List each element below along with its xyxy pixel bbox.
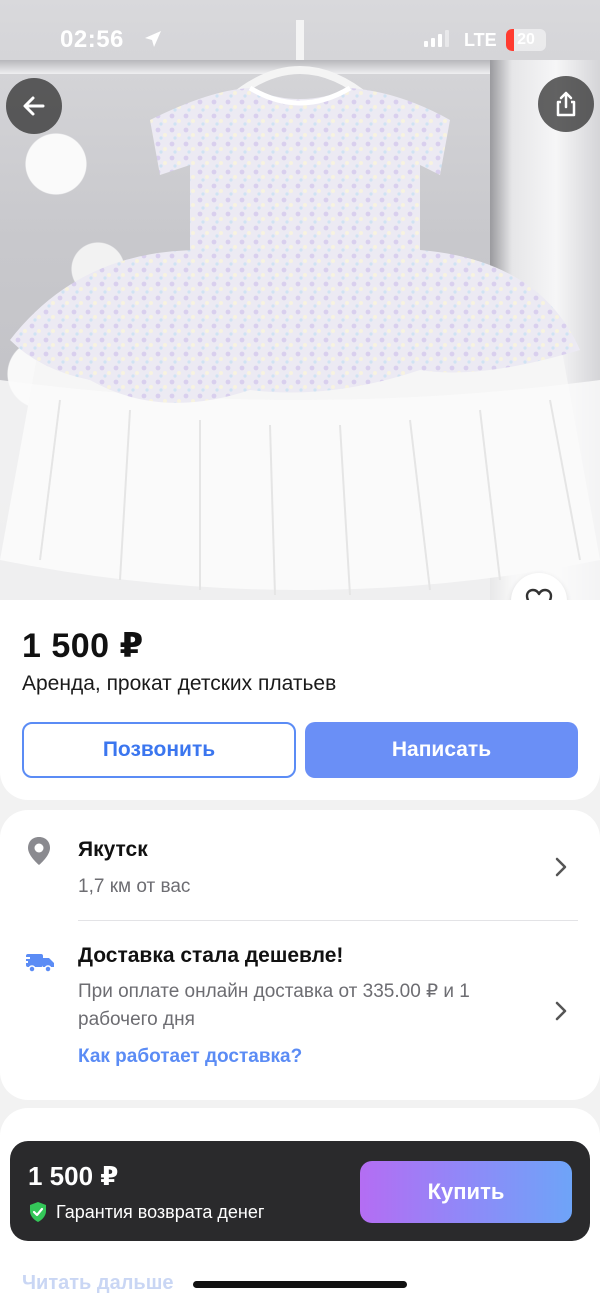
chevron-right-icon[interactable] bbox=[554, 1000, 568, 1027]
share-button[interactable] bbox=[538, 76, 594, 132]
details-card: Якутск 1,7 км от вас Доставка стала деше… bbox=[0, 810, 600, 1100]
location-city[interactable]: Якутск bbox=[78, 838, 148, 862]
shield-check-icon bbox=[30, 1202, 46, 1222]
listing-title: Аренда, прокат детских платьев bbox=[22, 672, 337, 695]
battery-level bbox=[506, 29, 514, 51]
truck-icon bbox=[24, 950, 56, 979]
share-icon bbox=[556, 91, 576, 117]
location-distance: 1,7 км от вас bbox=[78, 876, 191, 897]
home-indicator[interactable] bbox=[193, 1281, 407, 1288]
location-pin-icon bbox=[26, 836, 52, 871]
buy-bar: 1 500 ₽ Гарантия возврата денег Купить bbox=[10, 1141, 590, 1241]
battery-percent: 20 bbox=[517, 31, 535, 48]
delivery-title: Доставка стала дешевле! bbox=[78, 944, 344, 967]
back-button[interactable] bbox=[6, 78, 62, 134]
battery-icon: 20 bbox=[506, 29, 546, 51]
read-more-link[interactable]: Читать дальше bbox=[22, 1272, 174, 1295]
status-time: 02:56 bbox=[60, 26, 124, 53]
buy-bar-price: 1 500 ₽ bbox=[28, 1161, 119, 1191]
write-button[interactable]: Написать bbox=[305, 722, 578, 778]
product-photo[interactable]: 02:56 LTE 20 bbox=[0, 0, 600, 600]
listing-price: 1 500 ₽ bbox=[22, 627, 144, 665]
delivery-text: При оплате онлайн доставка от 335.00 ₽ и… bbox=[78, 981, 470, 1030]
money-back-guarantee[interactable]: Гарантия возврата денег bbox=[28, 1201, 264, 1223]
call-button[interactable]: Позвонить bbox=[22, 722, 296, 778]
back-arrow-icon bbox=[23, 96, 45, 116]
chevron-right-icon[interactable] bbox=[554, 856, 568, 883]
listing-card: 1 500 ₽ Аренда, прокат детских платьев П… bbox=[0, 600, 600, 800]
guarantee-label: Гарантия возврата денег bbox=[56, 1201, 265, 1222]
delivery-info-link[interactable]: Как работает доставка? bbox=[78, 1046, 302, 1068]
network-type: LTE bbox=[464, 30, 497, 50]
status-bar: 02:56 LTE 20 bbox=[0, 0, 600, 80]
buy-button[interactable]: Купить bbox=[360, 1161, 572, 1223]
location-arrow-icon bbox=[144, 30, 162, 53]
divider bbox=[78, 920, 578, 921]
signal-icon bbox=[424, 30, 449, 47]
dress-illustration bbox=[0, 20, 600, 600]
